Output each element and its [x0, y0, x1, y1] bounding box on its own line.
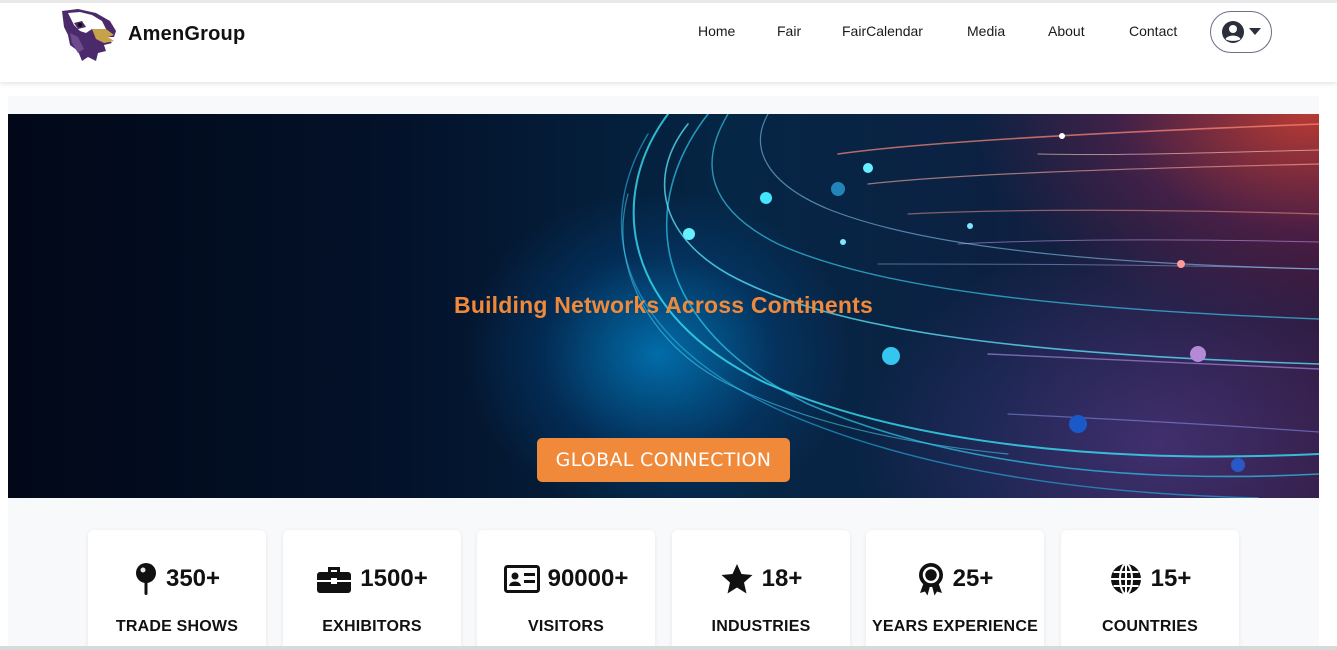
stat-label: TRADE SHOWS [115, 618, 239, 635]
brand[interactable]: AmenGroup [56, 3, 245, 65]
user-circle-icon [1222, 21, 1244, 43]
hero-title: Building Networks Across Continents [454, 292, 873, 318]
stat-label: YEARS EXPERIENCE [872, 618, 1038, 635]
globe-icon [1109, 562, 1143, 596]
id-card-icon [503, 562, 540, 596]
stat-label: EXHIBITORS [322, 618, 422, 635]
nav-about[interactable]: About [1048, 23, 1085, 39]
briefcase-icon [316, 562, 352, 596]
stat-label: INDUSTRIES [711, 618, 811, 635]
stat-value: 90000+ [547, 565, 629, 592]
stat-value: 18+ [761, 565, 803, 592]
stat-card-trade-shows: 350+ TRADE SHOWS [88, 530, 266, 650]
stat-value: 1500+ [360, 565, 428, 592]
stat-card-exhibitors: 1500+ EXHIBITORS [283, 530, 461, 650]
stat-card-countries: 15+ COUNTRIES [1061, 530, 1239, 650]
nav-media[interactable]: Media [967, 23, 1005, 39]
hero-banner: Building Networks Across Continents GLOB… [8, 114, 1319, 498]
window-bottom-edge [0, 646, 1337, 650]
eagle-logo-icon [62, 9, 116, 61]
nav-fair[interactable]: Fair [777, 23, 801, 39]
nav-contact[interactable]: Contact [1129, 23, 1177, 39]
stat-label: VISITORS [528, 618, 604, 635]
brand-name: AmenGroup [128, 22, 246, 45]
award-icon [917, 562, 945, 596]
page: AmenGroup Home Fair FairCalendar Media A… [0, 0, 1337, 650]
nav-home[interactable]: Home [698, 23, 735, 39]
stat-value: 15+ [1150, 565, 1192, 592]
nav-faircalendar[interactable]: FairCalendar [842, 23, 923, 39]
site-header: AmenGroup Home Fair FairCalendar Media A… [0, 0, 1337, 82]
map-pin-icon [134, 562, 158, 596]
stat-card-industries: 18+ INDUSTRIES [672, 530, 850, 650]
caret-down-icon [1249, 28, 1261, 35]
stat-card-years-experience: 25+ YEARS EXPERIENCE [866, 530, 1044, 650]
user-menu-button[interactable] [1210, 11, 1272, 53]
star-icon [720, 562, 754, 596]
stat-value: 350+ [165, 565, 221, 592]
stat-value: 25+ [952, 565, 994, 592]
stat-card-visitors: 90000+ VISITORS [477, 530, 655, 650]
global-connection-button[interactable]: GLOBAL CONNECTION [537, 438, 790, 482]
stat-label: COUNTRIES [1101, 618, 1199, 635]
